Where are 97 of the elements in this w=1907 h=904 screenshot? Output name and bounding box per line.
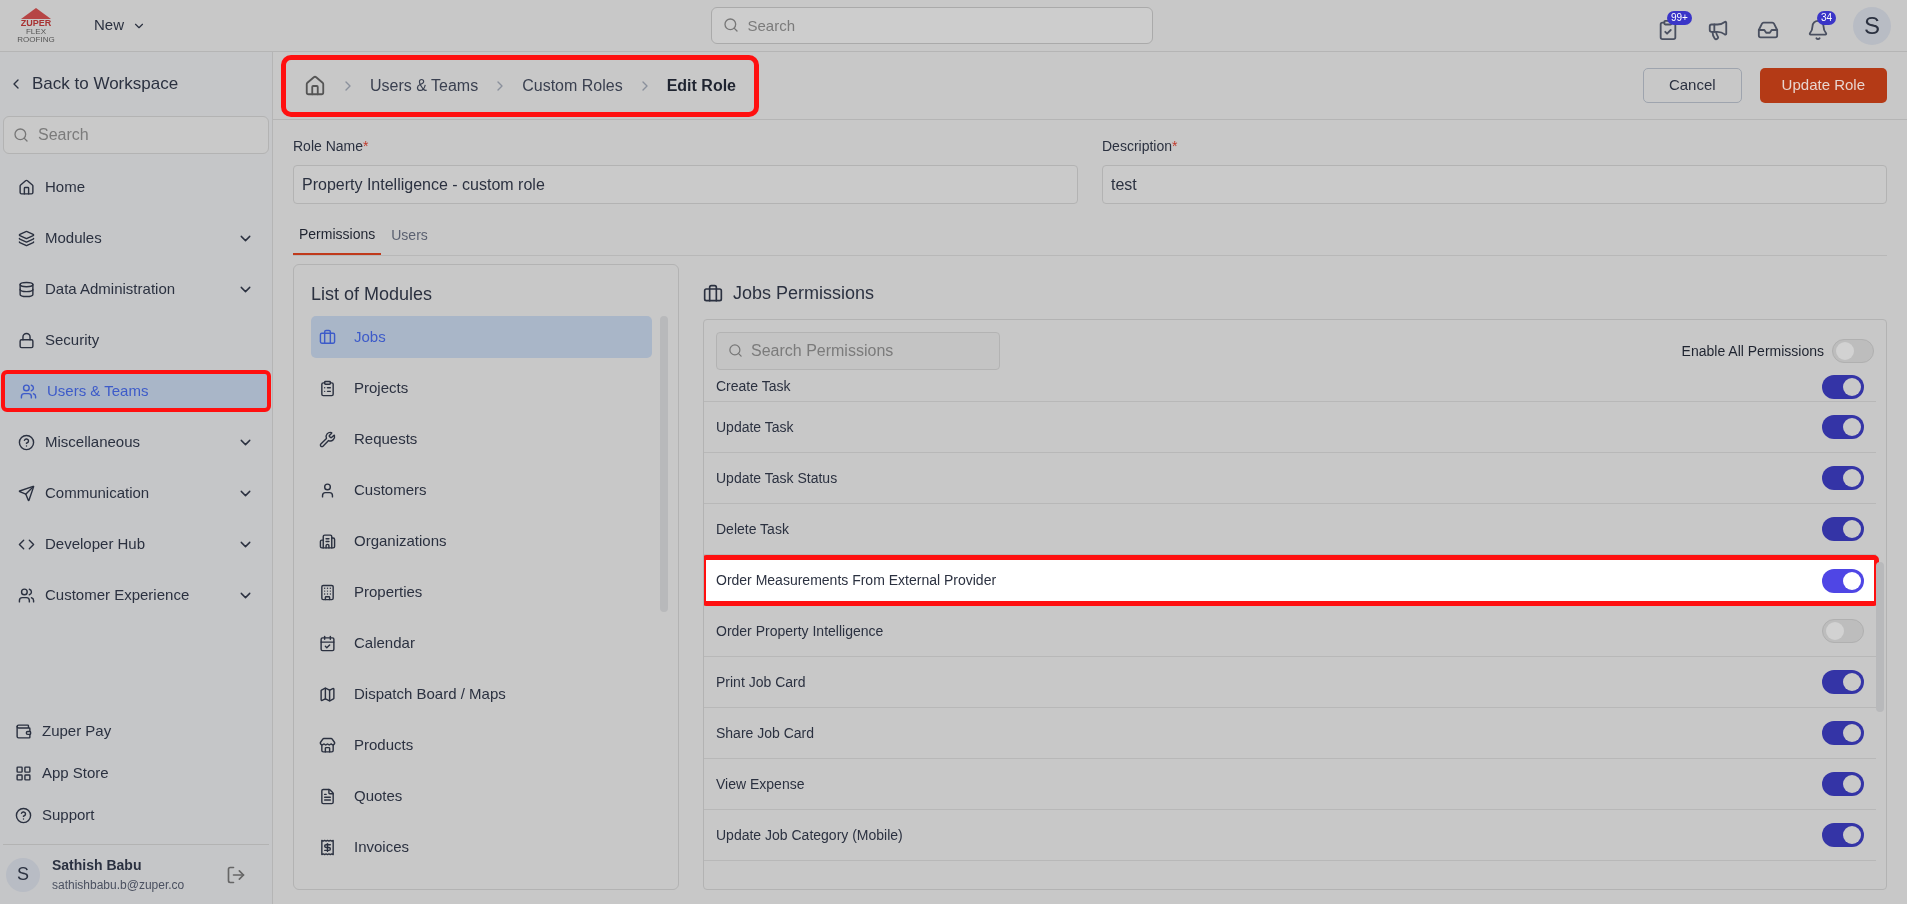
field-label: Description*: [1102, 137, 1179, 156]
update-role-button[interactable]: Update Role: [1759, 68, 1887, 103]
text-field[interactable]: Property Intelligence - custom role: [293, 165, 1078, 204]
wrench-icon: [319, 430, 336, 448]
permission-label: Share Job Card: [716, 723, 815, 743]
permission-label: View Expense: [716, 774, 805, 794]
sidebar-item[interactable]: Home: [3, 166, 269, 208]
permission-label: Update Job Category (Mobile): [716, 825, 903, 845]
sidebar-item[interactable]: Miscellaneous: [3, 421, 269, 463]
permission-label: Delete Task: [716, 519, 789, 539]
wallet-icon: [15, 722, 32, 740]
sidebar-item[interactable]: Developer Hub: [3, 523, 269, 565]
permission-label: Create Task: [716, 377, 791, 396]
back-link[interactable]: Back to Workspace: [0, 52, 272, 116]
building-icon: [319, 583, 336, 601]
tab[interactable]: Permissions: [293, 224, 382, 255]
sidebar-item[interactable]: Customer Experience: [3, 574, 269, 616]
breadcrumb-link[interactable]: Custom Roles: [522, 73, 623, 98]
toggle-switch[interactable]: [1822, 568, 1864, 593]
home-icon: [18, 178, 35, 196]
send-icon: [18, 484, 35, 502]
module-item[interactable]: Requests: [311, 418, 652, 460]
toggle-switch[interactable]: [1822, 517, 1864, 541]
permission-label: Print Job Card: [716, 672, 806, 692]
clipboard-icon: [319, 379, 336, 397]
permission-label: Order Property Intelligence: [716, 621, 884, 641]
receipt-icon: [319, 838, 336, 856]
module-item[interactable]: Invoices: [311, 826, 652, 868]
sidebar-item[interactable]: Modules: [3, 217, 269, 259]
sidebar-item[interactable]: Support: [0, 796, 272, 834]
briefcase-icon: [703, 283, 723, 304]
sidebar-item[interactable]: Data Administration: [3, 268, 269, 310]
grid-icon: [15, 764, 32, 782]
lock-icon: [18, 331, 35, 349]
permission-label: Order Measurements From External Provider: [716, 571, 997, 590]
enable-all-label: Enable All Permissions: [1681, 341, 1824, 361]
sidebar-item[interactable]: App Store: [0, 754, 272, 792]
tab[interactable]: Users: [385, 224, 434, 255]
search-field[interactable]: Search: [710, 7, 1153, 44]
toggle-switch[interactable]: [1822, 466, 1864, 490]
section-title: Jobs Permissions: [733, 282, 875, 305]
module-item[interactable]: Calendar: [311, 622, 652, 664]
new-menu-button[interactable]: New: [94, 14, 146, 37]
layers-icon: [18, 229, 35, 247]
logo: ZUPER FLEX ROOFING: [16, 7, 56, 44]
megaphone-icon[interactable]: [1707, 18, 1729, 41]
search-icon: [728, 343, 743, 358]
permission-label: Update Task: [716, 417, 794, 437]
help-icon: [15, 806, 32, 824]
field-label: Role Name*: [293, 137, 370, 156]
module-item[interactable]: Properties: [311, 571, 652, 613]
module-item[interactable]: Quotes: [311, 775, 652, 817]
sidebar-item[interactable]: Communication: [3, 472, 269, 514]
user-name: Sathish Babu: [52, 856, 143, 875]
toggle-switch[interactable]: [1822, 823, 1864, 847]
count-badge: 99+: [1667, 10, 1692, 25]
users-icon: [18, 586, 35, 604]
database-icon: [18, 280, 35, 298]
panel-title: List of Modules: [311, 283, 434, 306]
avatar: S: [6, 857, 40, 892]
document-icon: [319, 787, 336, 805]
logout-icon[interactable]: [226, 864, 246, 885]
person-icon: [319, 481, 336, 499]
toggle-switch[interactable]: [1832, 339, 1874, 363]
toggle-switch[interactable]: [1822, 374, 1864, 399]
user-email: sathishbabu.b@zuper.co: [52, 877, 186, 894]
toggle-switch[interactable]: [1822, 415, 1864, 439]
module-item[interactable]: Projects: [311, 367, 652, 409]
sidebar-item[interactable]: Zuper Pay: [0, 712, 272, 750]
search-icon: [13, 127, 29, 143]
help-icon: [18, 433, 35, 451]
scrollbar[interactable]: [1876, 562, 1884, 712]
module-item[interactable]: Organizations: [311, 520, 652, 562]
sidebar-search-field[interactable]: Search: [3, 116, 269, 154]
cancel-button[interactable]: Cancel: [1642, 68, 1742, 103]
search-icon: [722, 17, 739, 33]
users-icon: [20, 382, 37, 400]
briefcase-icon: [319, 328, 336, 346]
buildings-icon: [319, 532, 336, 550]
text-field[interactable]: test: [1102, 165, 1887, 204]
count-badge: 34: [1817, 10, 1837, 25]
module-item[interactable]: Products: [311, 724, 652, 766]
module-item[interactable]: Customers: [311, 469, 652, 511]
module-item[interactable]: Dispatch Board / Maps: [311, 673, 652, 715]
permission-label: Update Task Status: [716, 468, 838, 488]
toggle-switch[interactable]: [1822, 721, 1864, 745]
sidebar-item[interactable]: Security: [3, 319, 269, 361]
toggle-switch[interactable]: [1822, 670, 1864, 694]
permissions-search-field[interactable]: Search Permissions: [716, 332, 1000, 370]
toggle-switch[interactable]: [1822, 772, 1864, 796]
avatar[interactable]: S: [1853, 6, 1891, 45]
toggle-switch[interactable]: [1822, 619, 1864, 643]
store-icon: [319, 736, 336, 754]
map-icon: [319, 685, 336, 703]
breadcrumb-link[interactable]: Users & Teams: [370, 73, 479, 98]
calendar-icon: [319, 634, 336, 652]
home-icon[interactable]: [304, 74, 326, 97]
